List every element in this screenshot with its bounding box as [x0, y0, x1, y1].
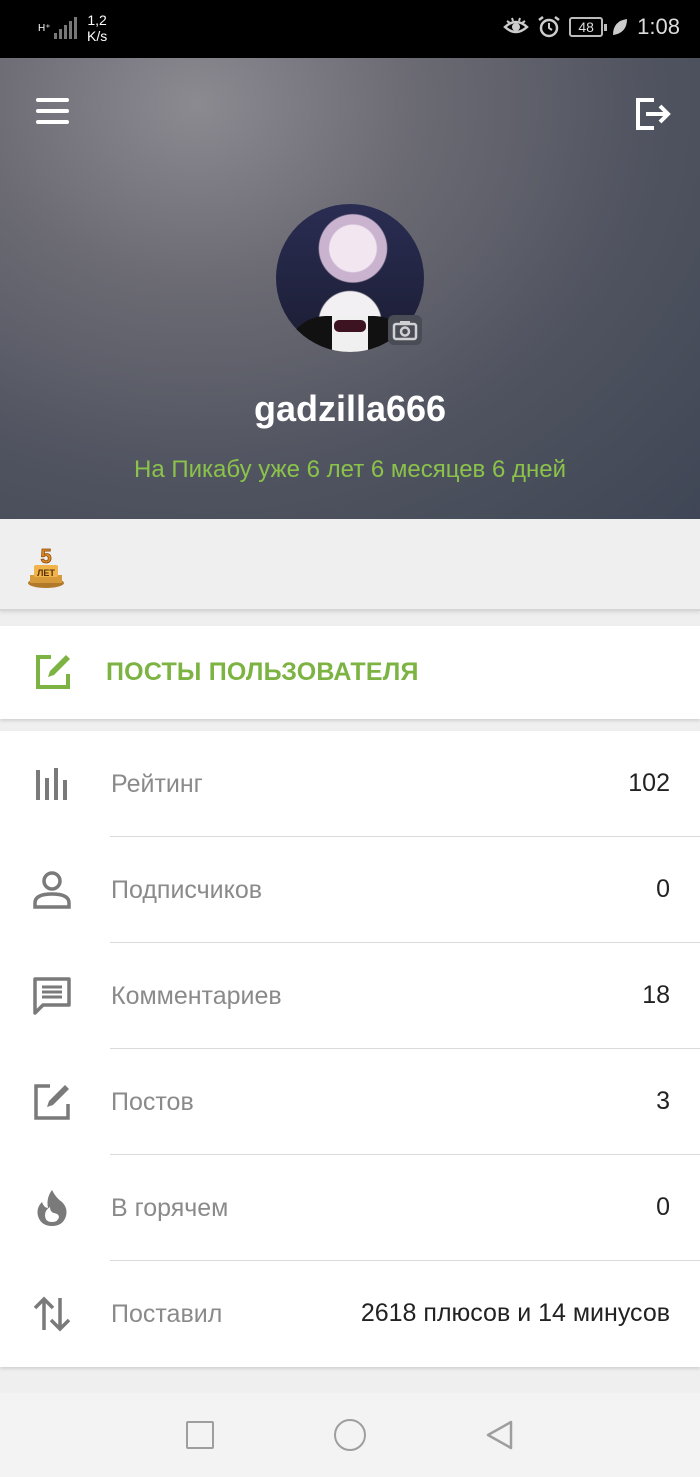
stat-row-subscribers: Подписчиков 0	[0, 837, 700, 943]
change-photo-button[interactable]	[388, 315, 422, 345]
eye-icon	[503, 17, 530, 34]
clock: 1:08	[637, 14, 680, 39]
user-posts-label: ПОСТЫ ПОЛЬЗОВАТЕЛЯ	[106, 658, 419, 686]
network-speed: 1,2 K/s	[87, 12, 107, 44]
logout-icon[interactable]	[634, 96, 672, 132]
signal-icon	[54, 17, 77, 39]
stat-value: 18	[642, 981, 670, 1009]
alarm-icon	[538, 16, 560, 38]
stat-row-rating: Рейтинг 102	[0, 731, 700, 837]
comment-icon	[33, 977, 71, 1015]
speed-unit: K/s	[87, 28, 108, 44]
stat-label: Рейтинг	[111, 770, 203, 798]
edit-icon	[34, 1084, 70, 1120]
stat-row-hot: В горячем 0	[0, 1155, 700, 1261]
stat-label: Комментариев	[111, 982, 282, 1010]
camera-icon	[392, 321, 418, 341]
stats-list: Рейтинг 102 Подписчиков 0 Комментариев 1…	[0, 731, 700, 1367]
awards-strip: 5 ЛЕТ	[0, 519, 700, 611]
stat-label: Подписчиков	[111, 876, 263, 904]
recent-apps-button[interactable]	[186, 1421, 214, 1449]
stat-row-votes: Поставил 2618 плюсов и 14 минусов	[0, 1261, 700, 1367]
stat-value: 2618 плюсов и 14 минусов	[360, 1299, 670, 1327]
stat-value: 0	[656, 875, 670, 903]
leaf-icon	[613, 19, 628, 35]
back-icon[interactable]	[484, 1419, 514, 1451]
person-icon	[33, 871, 71, 909]
battery-icon: 48	[569, 17, 608, 37]
system-nav-bar	[0, 1393, 700, 1477]
stat-value: 0	[656, 1193, 670, 1221]
username: gadzilla666	[253, 388, 447, 429]
stat-row-posts: Постов 3	[0, 1049, 700, 1155]
badge-number: 5	[40, 546, 51, 568]
menu-button[interactable]	[36, 98, 76, 130]
stat-label: Поставил	[111, 1300, 223, 1328]
rating-bars-icon	[36, 768, 67, 800]
badge-text: ЛЕТ	[37, 568, 55, 578]
status-bar: H⁺ 1,2 K/s 48 1:08	[0, 0, 700, 58]
stat-label: Постов	[111, 1088, 194, 1116]
5-years-badge[interactable]: 5 ЛЕТ	[26, 541, 66, 589]
member-since: На Пикабу уже 6 лет 6 месяцев 6 дней	[134, 456, 566, 483]
home-button[interactable]	[334, 1419, 366, 1451]
stat-value: 3	[656, 1087, 670, 1115]
fire-icon	[37, 1190, 67, 1226]
swap-vert-icon	[33, 1296, 71, 1332]
speed-value: 1,2	[87, 12, 107, 28]
edit-icon	[36, 655, 70, 689]
profile-header: gadzilla666 На Пикабу уже 6 лет 6 месяце…	[0, 58, 700, 519]
stat-row-comments: Комментариев 18	[0, 943, 700, 1049]
network-type: H⁺	[38, 22, 51, 34]
stat-label: В горячем	[111, 1194, 229, 1222]
stat-value: 102	[628, 769, 670, 797]
user-posts-link[interactable]: ПОСТЫ ПОЛЬЗОВАТЕЛЯ	[0, 626, 700, 719]
menu-icon	[36, 98, 69, 102]
